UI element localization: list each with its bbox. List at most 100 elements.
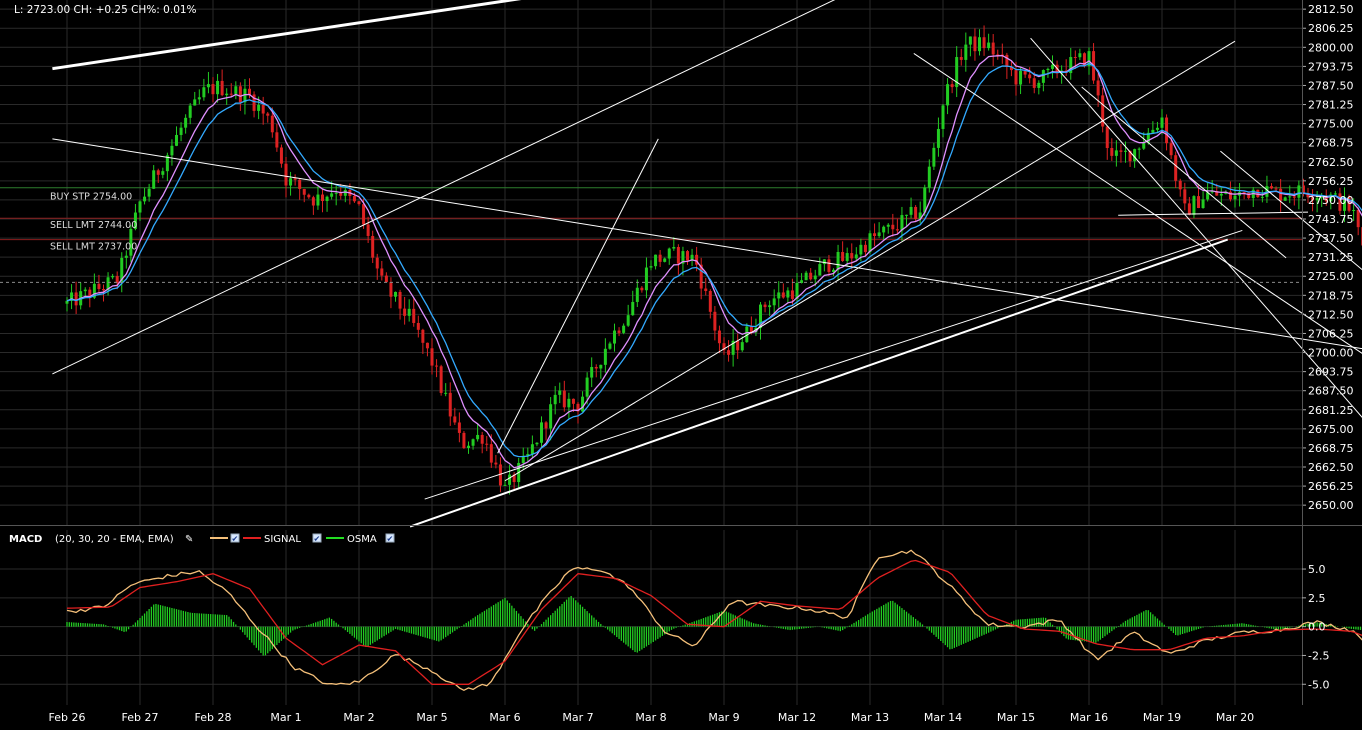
order-label-sell-limit-2[interactable]: SELL LMT 2737.00	[50, 242, 137, 253]
check-icon: ✔	[387, 535, 394, 544]
candle-body	[321, 194, 324, 202]
candle-body	[138, 201, 142, 213]
candle-body	[1169, 143, 1173, 156]
candle-body	[763, 304, 767, 308]
candle-body	[946, 84, 950, 106]
order-label-buy-stop[interactable]: BUY STP 2754.00	[50, 192, 132, 203]
candle-body	[220, 80, 224, 96]
candle-body	[371, 235, 375, 258]
candle-body	[1260, 196, 1264, 198]
candle-body	[987, 42, 991, 49]
candle-body	[845, 253, 849, 261]
candle-body	[1187, 203, 1191, 215]
candle-body	[562, 390, 566, 408]
candle-body	[1192, 196, 1196, 215]
price-tick-label: 2725.00	[1308, 270, 1354, 283]
candle-body	[275, 132, 279, 148]
wrench-icon[interactable]: ✎	[185, 534, 193, 545]
order-label-sell-limit-1[interactable]: SELL LMT 2744.00	[50, 220, 137, 231]
candle-body	[1160, 117, 1164, 128]
candle-body	[1110, 148, 1114, 156]
candle-body	[813, 275, 817, 280]
candle-body	[248, 88, 251, 95]
candle-body	[311, 197, 315, 206]
candle-body	[124, 255, 128, 258]
candle-body	[384, 275, 388, 283]
candle-body	[1023, 70, 1027, 75]
candle-body	[676, 246, 680, 264]
price-tick-label: 2750.00	[1308, 194, 1354, 207]
candle-body	[1155, 127, 1159, 130]
candle-body	[736, 340, 740, 351]
candle-body	[266, 113, 270, 116]
candle-body	[1292, 196, 1296, 198]
candle-body	[1256, 189, 1260, 198]
candle-body	[184, 117, 188, 128]
candle-body	[1142, 142, 1146, 149]
candle-body	[1073, 57, 1077, 59]
candle-body	[973, 36, 977, 52]
candle-body	[65, 300, 69, 304]
candle-body	[216, 80, 220, 95]
price-axis: 2812.50 2806.25 2800.00 2793.75 2787.50 2781.…	[1302, 3, 1354, 512]
candle-body	[704, 288, 708, 291]
candle-body	[1051, 64, 1054, 69]
candle-body	[439, 366, 443, 393]
candle-body	[768, 305, 772, 308]
candle-body	[421, 329, 425, 343]
candle-body	[1005, 54, 1009, 67]
candle-body	[553, 394, 557, 405]
candle-body	[325, 196, 329, 202]
price-tick-label: 2662.50	[1308, 461, 1354, 474]
candle-body	[672, 246, 676, 249]
candle-body	[717, 330, 721, 344]
candle-body	[1219, 193, 1223, 196]
candle-body	[1105, 126, 1109, 149]
candle-body	[932, 147, 936, 167]
candle-body	[927, 166, 931, 188]
candle-body	[188, 105, 192, 118]
candle-body	[457, 422, 461, 433]
candle-body	[713, 311, 717, 331]
price-tick-label: 2650.00	[1308, 499, 1354, 512]
candle-body	[1297, 185, 1301, 198]
candle-body	[453, 416, 457, 423]
candle-body	[279, 147, 283, 164]
date-tick-label: Feb 26	[49, 711, 86, 724]
price-tick-label: 2706.25	[1308, 327, 1354, 340]
candle-body	[330, 193, 334, 197]
candle-body	[389, 282, 393, 297]
candle-body	[891, 224, 895, 230]
candle-body	[1283, 197, 1287, 201]
candle-body	[818, 264, 822, 276]
candle-body	[649, 266, 653, 268]
candle-body	[1174, 155, 1178, 181]
date-tick-label: Mar 15	[997, 711, 1035, 724]
candle-body	[197, 97, 201, 100]
candle-body	[257, 104, 261, 111]
candle-body	[407, 308, 411, 316]
candle-body	[467, 445, 470, 448]
candle-body	[868, 233, 872, 253]
check-icon: ✔	[232, 535, 239, 544]
candle-body	[270, 115, 274, 133]
candle-body	[375, 257, 379, 269]
date-tick-label: Mar 9	[708, 711, 739, 724]
candle-body	[1151, 129, 1155, 133]
price-tick-label: 2793.75	[1308, 60, 1354, 73]
candle-body	[836, 251, 840, 270]
price-tick-label: 2781.25	[1308, 99, 1354, 112]
candle-body	[654, 254, 658, 267]
candle-body	[147, 188, 151, 197]
candle-body	[658, 254, 662, 262]
candle-body	[1019, 70, 1023, 85]
candle-body	[430, 348, 434, 366]
price-tick-label: 2737.50	[1308, 232, 1354, 245]
date-tick-label: Mar 16	[1070, 711, 1108, 724]
price-tick-label: 2693.75	[1308, 366, 1354, 379]
trading-chart: 2812.50 2806.25 2800.00 2793.75 2787.50 2781.…	[0, 0, 1362, 730]
candle-body	[1233, 195, 1237, 200]
candle-body	[435, 365, 439, 367]
candle-body	[284, 163, 288, 186]
price-tick-label: 2712.50	[1308, 308, 1354, 321]
